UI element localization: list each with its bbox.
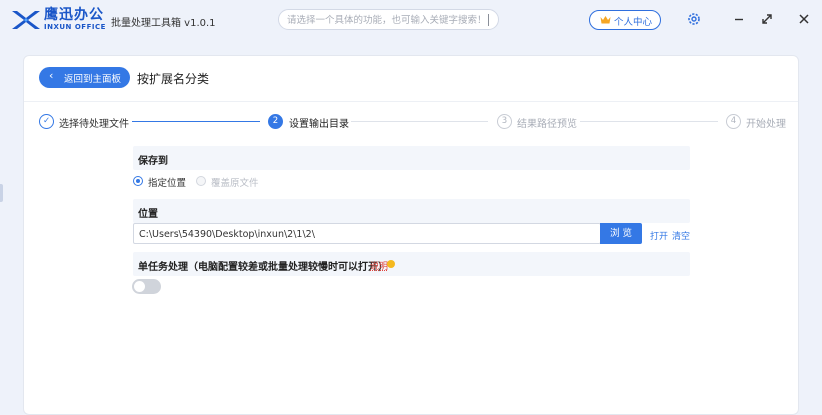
radio-specified-location-label[interactable]: 指定位置 [148,175,186,189]
user-center-button[interactable]: 个人中心 [589,10,661,30]
divider [24,101,798,102]
location-title: 位置 [138,209,158,220]
brand: 鹰迅办公 INXUN OFFICE [44,7,106,32]
gear-icon[interactable] [686,11,702,27]
save-to-title: 保存到 [138,156,168,167]
step-1-check-icon: ✓ [39,114,54,129]
brand-name-en: INXUN OFFICE [44,23,106,31]
lightbulb-icon [387,260,395,268]
clear-link[interactable]: 清空 [672,229,690,242]
radio-overwrite-original[interactable] [196,176,206,186]
single-task-section: 单任务处理（电脑配置较差或批量处理较慢时可以打开） [133,252,690,276]
radio-specified-location[interactable] [133,176,143,186]
app-logo-icon [12,11,40,29]
minimize-icon[interactable] [731,11,747,27]
step-3-label: 结果路径预览 [517,119,577,130]
step-2-label: 设置输出目录 [289,119,349,130]
search-box[interactable] [278,9,499,30]
step-connector [351,121,488,122]
step-connector [580,121,718,122]
back-button-label: 返回到主面板 [64,74,122,85]
step-4-label: 开始处理 [746,119,786,130]
save-to-section: 保存到 [133,146,690,170]
path-input[interactable] [139,227,594,241]
step-4-circle: 4 [726,114,741,129]
title-bar: 鹰迅办公 INXUN OFFICE 批量处理工具箱 v1.0.1 个人中心 [0,0,822,40]
text-cursor [488,14,489,26]
open-link[interactable]: 打开 [650,229,668,242]
step-3-circle: 3 [497,114,512,129]
user-center-label: 个人中心 [614,17,653,28]
search-input[interactable] [287,13,487,27]
single-task-title: 单任务处理（电脑配置较差或批量处理较慢时可以打开） [138,262,388,273]
brand-name: 鹰迅办公 [44,7,104,23]
app-title: 批量处理工具箱 v1.0.1 [111,18,216,29]
step-2-circle: 2 [268,114,283,129]
single-task-toggle[interactable] [132,279,161,294]
radio-overwrite-original-label[interactable]: 覆盖原文件 [211,175,259,189]
browse-button[interactable]: 浏 览 [600,223,642,244]
back-to-main-button[interactable]: ‹ 返回到主面板 [39,67,130,88]
page-title: 按扩展名分类 [137,72,210,86]
maximize-icon[interactable] [759,11,775,27]
step-connector [132,121,260,122]
help-link[interactable]: 说明 [370,259,388,272]
close-icon[interactable] [796,11,812,27]
location-section: 位置 [133,199,690,223]
chevron-left-icon: ‹ [49,69,54,82]
step-1-label: 选择待处理文件 [59,119,129,130]
path-field[interactable] [133,223,601,244]
crown-icon [600,16,611,24]
side-handle[interactable] [0,184,3,202]
